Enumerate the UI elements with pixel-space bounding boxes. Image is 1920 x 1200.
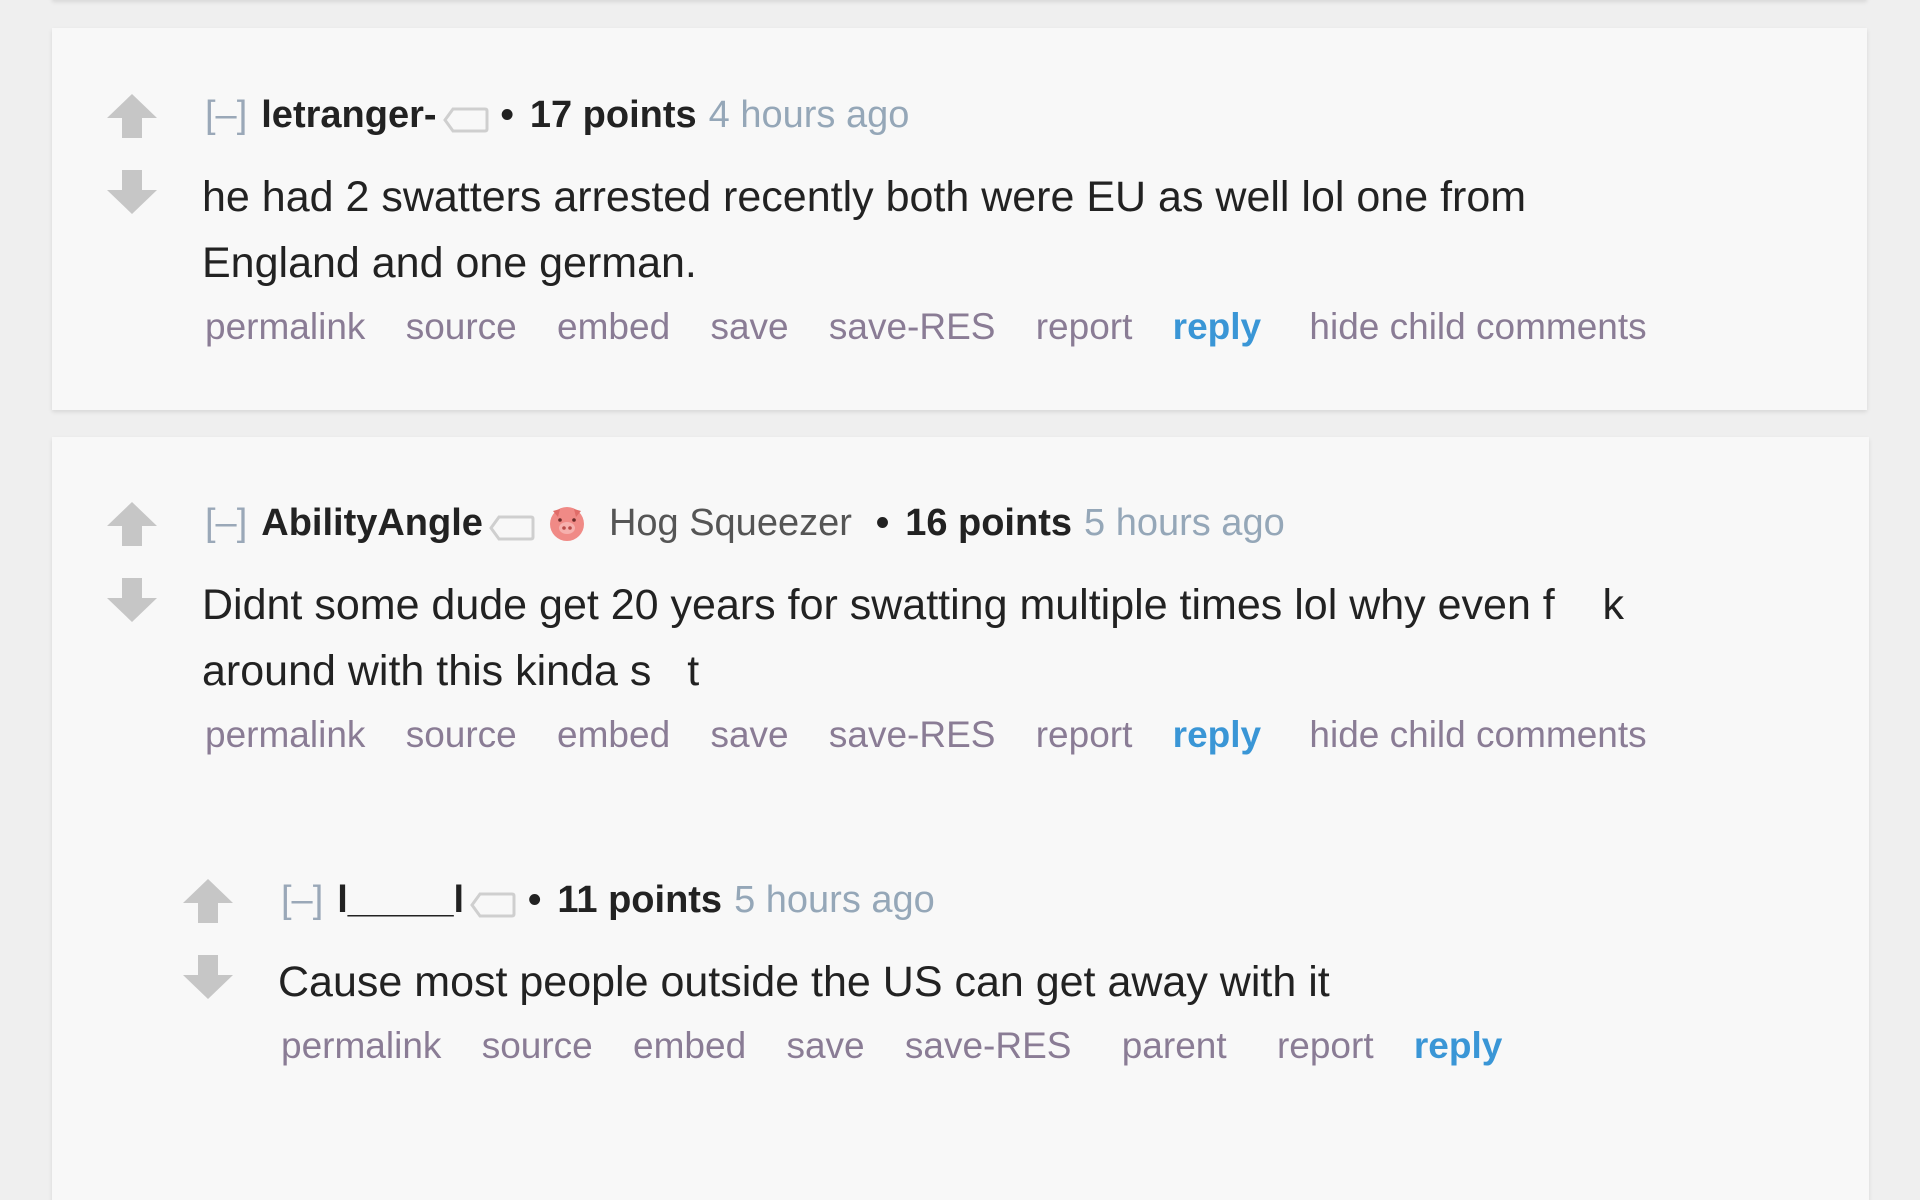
source-button[interactable]: source [406,306,517,347]
comment-body-line: Cause most people outside the US can get… [278,958,1330,1006]
separator-bullet: • [528,879,542,921]
permalink-button[interactable]: permalink [205,306,365,347]
separator-bullet: • [875,502,890,544]
comment-entry: [–] l_____l • 11 points 5 hours ago Caus… [278,877,1781,1071]
comment-entry: [–] letranger- • 17 points 4 hours ago h… [202,92,1805,352]
report-button[interactable]: report [1036,714,1133,755]
report-button[interactable]: report [1277,1025,1374,1066]
comment-score: 17 points [529,94,697,136]
save-res-button[interactable]: save-RES [905,1025,1072,1066]
pig-icon [547,503,587,543]
save-button[interactable]: save [786,1025,864,1066]
upvote-arrow-icon[interactable] [105,92,159,140]
author-link[interactable]: letranger- [261,92,436,138]
downvote-arrow-icon[interactable] [105,168,159,216]
comment-timestamp[interactable]: 5 hours ago [1084,500,1285,546]
comment-timestamp[interactable]: 5 hours ago [734,877,935,923]
comment-entry: [–] AbilityAngle Hog Squeezer • 16 point… [202,500,1805,760]
comment-actions: permalink source embed save save-RES par… [281,1021,1781,1071]
hide-child-comments-button[interactable]: hide child comments [1309,714,1646,755]
permalink-button[interactable]: permalink [281,1025,441,1066]
user-tag-icon[interactable] [442,100,489,133]
user-flair: Hog Squeezer [608,502,852,544]
reply-button[interactable]: reply [1414,1025,1502,1066]
collapse-toggle[interactable]: [–] [281,877,323,923]
source-button[interactable]: source [482,1025,593,1066]
upvote-arrow-icon[interactable] [105,500,159,548]
separator-bullet: • [500,94,514,136]
save-res-button[interactable]: save-RES [829,714,996,755]
embed-button[interactable]: embed [557,306,670,347]
report-button[interactable]: report [1036,306,1133,347]
comment-body-line: he had 2 swatters arrested recently both… [202,173,1527,221]
permalink-button[interactable]: permalink [205,714,365,755]
author-link[interactable]: AbilityAngle [261,500,483,546]
collapse-toggle[interactable]: [–] [205,500,247,546]
comment-actions: permalink source embed save save-RES rep… [205,302,1805,352]
parent-button[interactable]: parent [1122,1025,1227,1066]
upvote-arrow-icon[interactable] [181,877,235,925]
comment-tagline: [–] l_____l • 11 points 5 hours ago [281,877,1781,923]
reply-button[interactable]: reply [1173,714,1261,755]
comment-timestamp[interactable]: 4 hours ago [709,92,910,138]
reply-button[interactable]: reply [1173,306,1261,347]
embed-button[interactable]: embed [557,714,670,755]
hide-child-comments-button[interactable]: hide child comments [1309,306,1646,347]
comment-body-line: around with this kinda s t [202,647,700,695]
comment-body-line: England and one german. [202,239,697,287]
downvote-arrow-icon[interactable] [105,576,159,624]
save-res-button[interactable]: save-RES [829,306,996,347]
save-button[interactable]: save [710,306,788,347]
user-tag-icon[interactable] [489,508,535,541]
comment-score: 16 points [905,502,1072,544]
comment-score: 11 points [557,879,723,921]
comment-body: he had 2 swatters arrested recently both… [202,164,1772,296]
comment-actions: permalink source embed save save-RES rep… [205,710,1805,760]
downvote-arrow-icon[interactable] [181,953,235,1001]
comment-body-line: Didnt some dude get 20 years for swattin… [202,581,1625,629]
comment-tagline: [–] letranger- • 17 points 4 hours ago [205,92,1805,138]
save-button[interactable]: save [710,714,788,755]
collapse-toggle[interactable]: [–] [205,92,247,138]
comment-body: Didnt some dude get 20 years for swattin… [202,572,1772,704]
comments-page: [–] letranger- • 17 points 4 hours ago h… [0,0,1920,1200]
source-button[interactable]: source [406,714,517,755]
comment-tagline: [–] AbilityAngle Hog Squeezer • 16 point… [205,500,1805,546]
comment-body: Cause most people outside the US can get… [278,949,1781,1015]
author-link[interactable]: l_____l [337,877,464,923]
user-tag-icon[interactable] [470,885,516,918]
embed-button[interactable]: embed [633,1025,746,1066]
